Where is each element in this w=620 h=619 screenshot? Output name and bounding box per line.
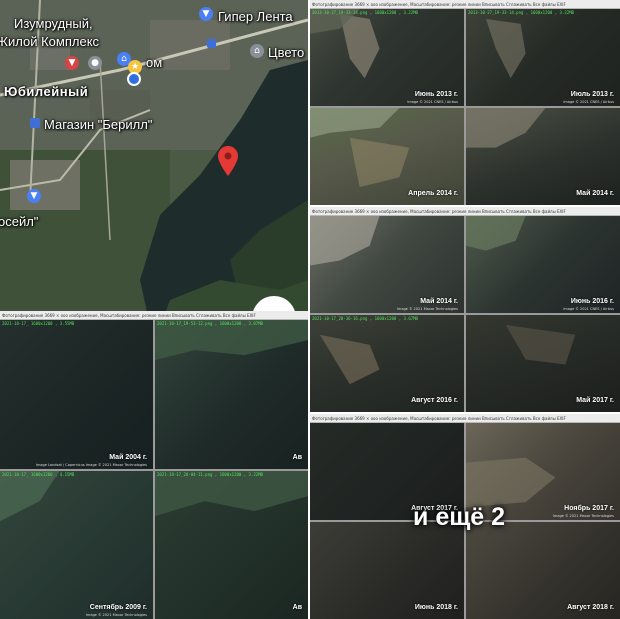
tile-date: Ноябрь 2017 г. bbox=[564, 505, 614, 512]
map-label-complex: Жилой Комплекс bbox=[0, 34, 100, 49]
shopping-pin-icon[interactable]: ▼ bbox=[27, 189, 41, 203]
viewer-panel-top-right: Фотографирование 3669 × ооо изображение,… bbox=[310, 0, 620, 205]
tile-date: Апрель 2014 г. bbox=[408, 190, 458, 197]
satellite-tile[interactable]: Июнь 2016 г. Image © 2021 CNES / Airbus bbox=[466, 216, 620, 313]
tile-credit: Image © 2021 Maxar Technologies bbox=[552, 514, 614, 518]
satellite-image bbox=[0, 470, 60, 521]
image-grid: Май 2014 г. Image © 2021 Maxar Technolog… bbox=[310, 216, 620, 412]
satellite-tile[interactable]: 2013-10-27_19-33-14.png , 1600x1200 , 3.… bbox=[466, 9, 620, 106]
map-panel[interactable]: Изумрудный, Жилой Комплекс Юбилейный Гип… bbox=[0, 0, 308, 326]
viewer-toolbar[interactable]: Фотографирование 3669 × ооо изображение,… bbox=[310, 414, 620, 423]
file-stamp: 2021-10-17_19-53-12.png , 1600x1200 , 3.… bbox=[157, 321, 263, 326]
map-label-emerald: Изумрудный, bbox=[14, 16, 93, 31]
image-grid: 2013-10-27_19-33-14.png , 1600x1200 , 3.… bbox=[310, 9, 620, 205]
image-grid: 2021-10-17_ 1600x1200 , 3.55MB Май 2004 … bbox=[0, 320, 308, 619]
satellite-tile[interactable]: 2021-10-17_ 1600x1200 , 4.15MB Сентябрь … bbox=[0, 470, 153, 619]
satellite-image bbox=[155, 320, 308, 361]
more-images-caption: и ещё 2 bbox=[413, 503, 506, 531]
file-stamp: 2021-10-17_20-04-11.png , 1600x1200 , 3.… bbox=[157, 471, 263, 477]
viewer-toolbar[interactable]: Фотографирование 3669 × ооо изображение,… bbox=[310, 207, 620, 216]
map-label-hyper: Гипер Лента bbox=[218, 9, 293, 24]
satellite-tile[interactable]: 2013-10-27_19-33-14.png , 1600x1200 , 3.… bbox=[310, 9, 464, 106]
tile-date: Сентябрь 2009 г. bbox=[89, 604, 147, 611]
tile-credit: Image © 2021 Maxar Technologies bbox=[85, 613, 147, 617]
tile-credit: Image Landsat / Copernicus Image © 2021 … bbox=[35, 462, 147, 467]
tile-date: Май 2014 г. bbox=[420, 298, 458, 305]
tile-date: Июнь 2016 г. bbox=[570, 298, 614, 305]
satellite-tile[interactable]: 2021-10-17_20-04-11.png , 1600x1200 , 3.… bbox=[155, 470, 308, 619]
shopping-cart-pin-icon[interactable]: ▼ bbox=[199, 7, 213, 21]
satellite-tile[interactable]: Май 2014 г. Image © 2021 Maxar Technolog… bbox=[310, 216, 464, 313]
tile-date: Ав bbox=[292, 604, 302, 611]
map-label-shop: Магазин "Берилл" bbox=[44, 117, 153, 132]
file-stamp: 2021-10-17_ 1600x1200 , 3.55MB bbox=[2, 321, 75, 326]
file-stamp: 2021-10-17_ 1600x1200 , 4.15MB bbox=[2, 471, 75, 477]
location-pin-icon[interactable]: ● bbox=[88, 56, 102, 70]
file-stamp: 2021-10-17_20-36-16.png , 1600x1200 , 3.… bbox=[312, 316, 418, 321]
viewer-panel-mid-right: Фотографирование 3669 × ооо изображение,… bbox=[310, 207, 620, 412]
tile-date: Август 2018 г. bbox=[567, 604, 614, 611]
shop-pin-icon[interactable]: ▼ bbox=[65, 56, 79, 70]
satellite-tile[interactable]: Август 2018 г. bbox=[466, 522, 620, 619]
tile-date: Май 2004 г. bbox=[109, 453, 147, 461]
map-label-oseil: осейл" bbox=[0, 214, 39, 229]
viewer-toolbar[interactable]: Фотографирование 3669 × ооо изображение,… bbox=[310, 0, 620, 9]
tile-date: Ав bbox=[292, 453, 302, 461]
satellite-tile[interactable]: Июнь 2018 г. bbox=[310, 522, 464, 619]
tile-date: Июнь 2013 г. bbox=[414, 91, 458, 98]
bus-stop-icon[interactable] bbox=[207, 39, 216, 48]
store-marker-icon[interactable] bbox=[30, 118, 40, 128]
viewer-panel-bottom-left: Фотографирование 3669 × ооо изображение,… bbox=[0, 311, 308, 619]
map-label-flowers: Цвето bbox=[268, 45, 305, 60]
satellite-tile[interactable]: Апрель 2014 г. bbox=[310, 108, 464, 205]
tile-credit: Image © 2021 CNES / Airbus bbox=[563, 307, 614, 311]
map-label-jubilee: Юбилейный bbox=[4, 84, 89, 99]
satellite-tile[interactable]: Май 2014 г. bbox=[466, 108, 620, 205]
tile-date: Май 2017 г. bbox=[576, 397, 614, 404]
tile-date: Май 2014 г. bbox=[576, 190, 614, 197]
tile-date: Июнь 2018 г. bbox=[414, 604, 458, 611]
satellite-image bbox=[155, 470, 308, 516]
museum-pin-icon[interactable]: ⌂ bbox=[250, 44, 264, 58]
tile-credit: Image © 2021 CNES / Airbus bbox=[407, 100, 458, 104]
satellite-tile[interactable]: 2021-10-17_20-36-16.png , 1600x1200 , 3.… bbox=[310, 315, 464, 412]
satellite-tile[interactable]: 2021-10-17_ 1600x1200 , 3.55MB Май 2004 … bbox=[0, 320, 153, 469]
file-stamp: 2013-10-27_19-33-14.png , 1600x1200 , 3.… bbox=[312, 10, 418, 15]
selected-location-pin-icon[interactable] bbox=[218, 146, 238, 176]
map-label-om: ом bbox=[146, 55, 163, 70]
tile-credit: Image © 2021 CNES / Airbus bbox=[563, 100, 614, 104]
satellite-tile[interactable]: Май 2017 г. bbox=[466, 315, 620, 412]
file-stamp: 2013-10-27_19-33-14.png , 1600x1200 , 3.… bbox=[468, 10, 574, 15]
satellite-tile[interactable]: 2021-10-17_19-53-12.png , 1600x1200 , 3.… bbox=[155, 320, 308, 469]
tile-credit: Image © 2021 Maxar Technologies bbox=[396, 307, 458, 311]
viewer-toolbar[interactable]: Фотографирование 3669 × ооо изображение,… bbox=[0, 311, 308, 320]
tile-date: Август 2016 г. bbox=[411, 397, 458, 404]
my-location-icon[interactable] bbox=[127, 72, 141, 86]
tile-date: Июль 2013 г. bbox=[570, 91, 614, 98]
